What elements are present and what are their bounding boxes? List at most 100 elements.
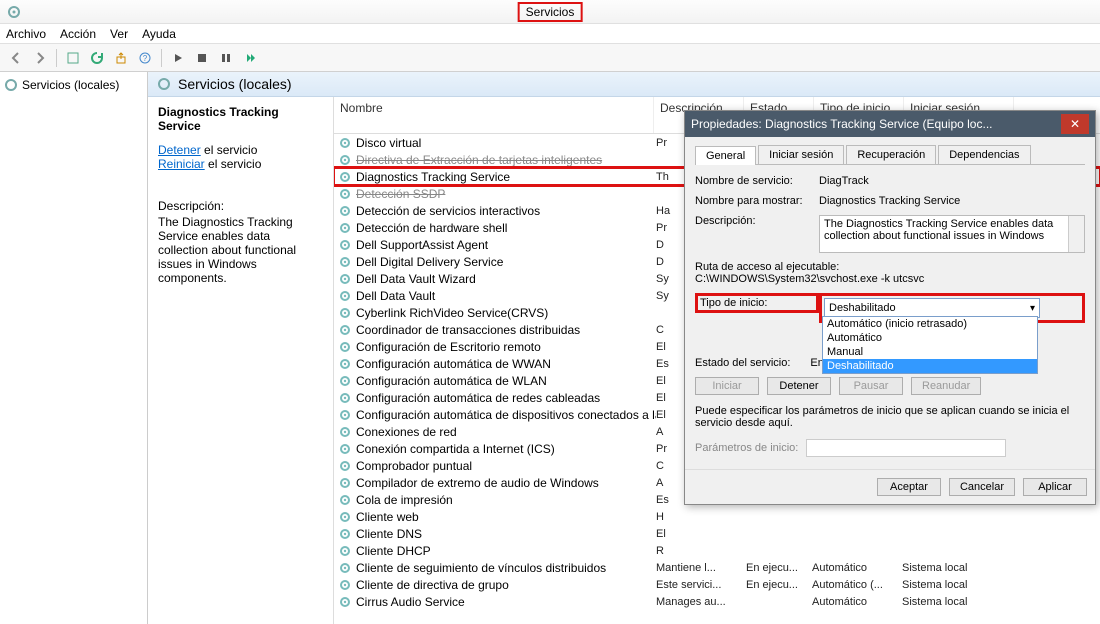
tab-deps[interactable]: Dependencias — [938, 145, 1030, 164]
gear-icon — [338, 476, 352, 490]
btn-cancel[interactable]: Cancelar — [949, 478, 1015, 496]
service-row[interactable]: Cliente DNSEl — [334, 525, 1100, 542]
svc-name-label: Nombre de servicio: — [695, 175, 819, 187]
service-name: Compilador de extremo de audio de Window… — [356, 476, 656, 490]
service-name: Configuración automática de redes cablea… — [356, 391, 656, 405]
col-name[interactable]: Nombre — [334, 97, 654, 133]
service-name: Configuración automática de WWAN — [356, 357, 656, 371]
dialog-tabs: General Iniciar sesión Recuperación Depe… — [695, 145, 1085, 165]
gear-icon — [338, 221, 352, 235]
btn-pause[interactable]: Pausar — [839, 377, 903, 395]
refresh-icon[interactable] — [87, 48, 107, 68]
gear-icon — [338, 289, 352, 303]
restart-link[interactable]: Reiniciar — [158, 157, 205, 171]
service-row[interactable]: Cliente de directiva de grupoEste servic… — [334, 576, 1100, 593]
gear-icon — [338, 187, 352, 201]
gear-icon — [338, 153, 352, 167]
service-row[interactable]: Cliente de seguimiento de vínculos distr… — [334, 559, 1100, 576]
dialog-titlebar[interactable]: Propiedades: Diagnostics Tracking Servic… — [685, 111, 1095, 137]
opt-auto[interactable]: Automático — [823, 331, 1037, 345]
gear-icon — [338, 493, 352, 507]
menu-view[interactable]: Ver — [110, 27, 128, 41]
service-name: Configuración de Escritorio remoto — [356, 340, 656, 354]
play-icon[interactable] — [168, 48, 188, 68]
opt-auto-delayed[interactable]: Automático (inicio retrasado) — [823, 317, 1037, 331]
path-label: Ruta de acceso al ejecutable: — [695, 261, 1085, 273]
svg-text:?: ? — [143, 54, 148, 63]
menu-action[interactable]: Acción — [60, 27, 96, 41]
state-label: Estado del servicio: — [695, 357, 790, 369]
path-value: C:\WINDOWS\System32\svchost.exe -k utcsv… — [695, 273, 1085, 285]
gear-icon — [338, 527, 352, 541]
opt-disabled[interactable]: Deshabilitado — [823, 359, 1037, 373]
service-name: Cyberlink RichVideo Service(CRVS) — [356, 306, 656, 320]
service-name: Diagnostics Tracking Service — [356, 170, 656, 184]
gear-icon — [338, 136, 352, 150]
service-row[interactable]: Cliente DHCPR — [334, 542, 1100, 559]
params-input[interactable] — [806, 439, 1006, 457]
service-name: Cliente de directiva de grupo — [356, 578, 656, 592]
panel-heading: Diagnostics Tracking Service — [158, 105, 323, 133]
tab-general[interactable]: General — [695, 146, 756, 165]
start-type-select[interactable]: Deshabilitado ▾ — [824, 298, 1040, 318]
gear-icon — [338, 255, 352, 269]
gear-icon — [338, 459, 352, 473]
toolbar-sep — [56, 49, 57, 67]
start-type-label: Tipo de inicio: — [695, 293, 819, 313]
service-name: Cola de impresión — [356, 493, 656, 507]
back-icon[interactable] — [6, 48, 26, 68]
service-name: Detección de servicios interactivos — [356, 204, 656, 218]
gear-icon — [338, 272, 352, 286]
help-icon[interactable]: ? — [135, 48, 155, 68]
tree-root-label: Servicios (locales) — [22, 78, 119, 92]
service-name: Dell Digital Delivery Service — [356, 255, 656, 269]
tree-root[interactable]: Servicios (locales) — [4, 76, 143, 94]
tab-logon[interactable]: Iniciar sesión — [758, 145, 844, 164]
service-name: Dell Data Vault — [356, 289, 656, 303]
export-icon[interactable] — [111, 48, 131, 68]
close-icon[interactable]: ✕ — [1061, 114, 1089, 134]
start-type-dropdown[interactable]: Automático (inicio retrasado) Automático… — [822, 316, 1038, 374]
toolbar: ? — [0, 44, 1100, 72]
service-row[interactable]: Cliente webH — [334, 508, 1100, 525]
params-note: Puede especificar los parámetros de inic… — [695, 405, 1085, 429]
service-name: Configuración automática de WLAN — [356, 374, 656, 388]
properties-icon[interactable] — [63, 48, 83, 68]
gear-icon — [338, 425, 352, 439]
service-name: Comprobador puntual — [356, 459, 656, 473]
gear-icon — [338, 357, 352, 371]
service-name: Detección SSDP — [356, 187, 656, 201]
btn-resume[interactable]: Reanudar — [911, 377, 981, 395]
service-name: Cliente DNS — [356, 527, 656, 541]
tab-recovery[interactable]: Recuperación — [846, 145, 936, 164]
desc-scrollbar[interactable] — [1068, 216, 1084, 252]
btn-stop[interactable]: Detener — [767, 377, 831, 395]
window-titlebar: Servicios — [0, 0, 1100, 24]
menu-file[interactable]: Archivo — [6, 27, 46, 41]
pause-icon[interactable] — [216, 48, 236, 68]
btn-start[interactable]: Iniciar — [695, 377, 759, 395]
detail-panel: Diagnostics Tracking Service Detener el … — [148, 97, 334, 624]
restart-icon[interactable] — [240, 48, 260, 68]
service-name: Coordinador de transacciones distribuida… — [356, 323, 656, 337]
service-name: Disco virtual — [356, 136, 656, 150]
service-name: Dell SupportAssist Agent — [356, 238, 656, 252]
btn-apply[interactable]: Aplicar — [1023, 478, 1087, 496]
panel-desc-label: Descripción: — [158, 199, 323, 213]
stop-link[interactable]: Detener — [158, 143, 201, 157]
gear-icon — [338, 561, 352, 575]
display-name-label: Nombre para mostrar: — [695, 195, 819, 207]
opt-manual[interactable]: Manual — [823, 345, 1037, 359]
menu-help[interactable]: Ayuda — [142, 27, 176, 41]
gear-icon — [338, 408, 352, 422]
stop-icon[interactable] — [192, 48, 212, 68]
display-name-value: Diagnostics Tracking Service — [819, 195, 1085, 207]
gear-icon — [338, 170, 352, 184]
forward-icon[interactable] — [30, 48, 50, 68]
params-label: Parámetros de inicio: — [695, 442, 798, 454]
gear-icon — [338, 510, 352, 524]
properties-dialog: Propiedades: Diagnostics Tracking Servic… — [684, 110, 1096, 505]
btn-ok[interactable]: Aceptar — [877, 478, 941, 496]
dialog-title: Propiedades: Diagnostics Tracking Servic… — [691, 117, 1061, 131]
service-row[interactable]: Cirrus Audio ServiceManages au...Automát… — [334, 593, 1100, 610]
